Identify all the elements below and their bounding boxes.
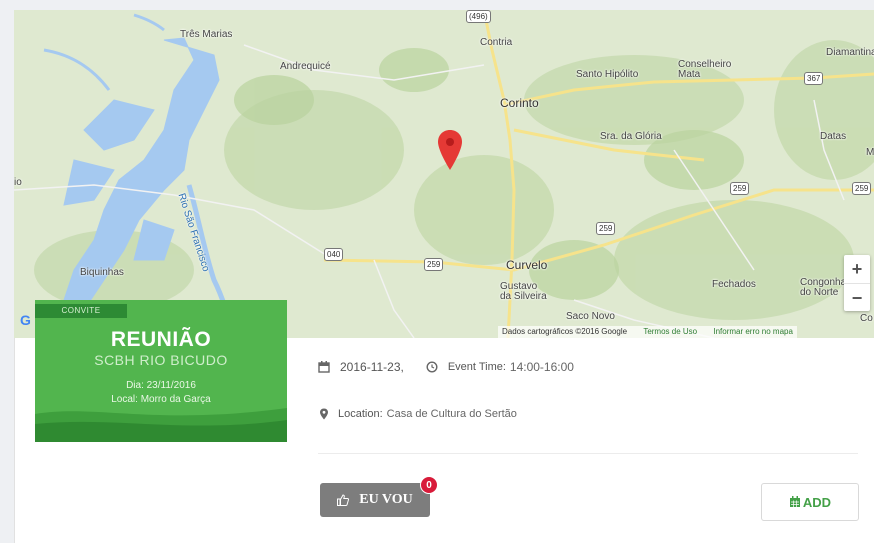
calendar-icon <box>789 496 800 507</box>
event-date: 2016-11-23, <box>340 360 404 374</box>
invite-title: REUNIÃO <box>110 328 212 351</box>
event-location-label: Location: <box>338 408 383 420</box>
invitation-banner: CONVITE REUNIÃO SCBH RIO BICUDO Dia: 23/… <box>35 300 287 442</box>
attendee-count-badge: 0 <box>420 476 438 494</box>
attribution-text: Dados cartográficos ©2016 Google <box>502 327 628 336</box>
road-shield: 259 <box>596 222 616 235</box>
map[interactable]: Três Marias Andrequicé Contria Santo Hipóli… <box>14 10 874 338</box>
invite-subtitle: SCBH RIO BICUDO <box>94 352 228 368</box>
map-attribution: Dados cartográficos ©2016 Google Termos … <box>498 326 797 338</box>
map-place-label: Milh <box>866 147 874 158</box>
road-shield: 259 <box>424 258 444 271</box>
map-place-label: Diamantina <box>826 47 874 58</box>
map-place-label: Três Marias <box>180 29 233 40</box>
map-place-label: Corinto <box>500 96 539 110</box>
road-shield: 367 <box>804 72 824 85</box>
banner-waves <box>35 408 287 442</box>
map-place-label: Gustavo da Silveira <box>500 281 547 302</box>
map-place-label: Datas <box>820 131 847 142</box>
thumbs-up-icon <box>337 494 350 506</box>
road-shield: 040 <box>324 248 344 261</box>
invite-tag: CONVITE <box>35 304 127 318</box>
event-location-row: Location: Casa de Cultura do Sertão <box>318 408 517 420</box>
map-place-label: Contria <box>480 37 513 48</box>
add-calendar-button[interactable]: ADD <box>761 483 859 521</box>
google-logo[interactable]: G <box>20 312 31 328</box>
zoom-out-button[interactable]: − <box>844 283 870 311</box>
map-place-label: Curvelo <box>506 258 548 272</box>
terms-link[interactable]: Termos de Uso <box>643 327 697 336</box>
road-shield: (496) <box>466 10 491 23</box>
map-place-label: Co <box>860 313 873 324</box>
map-place-label: Biquinhas <box>80 267 124 278</box>
event-location-value: Casa de Cultura do Sertão <box>386 408 517 420</box>
add-label: ADD <box>802 494 832 510</box>
event-date-row: 2016-11-23, Event Time: 14:00-16:00 <box>318 360 574 374</box>
calendar-icon <box>318 361 330 373</box>
zoom-control: + − <box>844 255 870 311</box>
map-place-label: Andrequicé <box>280 61 331 72</box>
event-time-value: 14:00-16:00 <box>509 360 574 374</box>
map-place-label: Santo Hipólito <box>576 69 639 80</box>
map-place-label: Saco Novo <box>566 311 615 322</box>
eu-vou-label: EU VOU <box>359 492 413 507</box>
clock-icon <box>426 361 438 373</box>
event-time-label: Event Time: <box>447 361 506 373</box>
zoom-in-button[interactable]: + <box>844 255 870 283</box>
map-place-label: Sra. da Glória <box>600 131 662 142</box>
report-error-link[interactable]: Informar erro no mapa <box>713 327 793 336</box>
map-place-label: Conselheiro Mata <box>678 59 732 80</box>
map-place-label: io <box>14 177 22 188</box>
road-shield: 259 <box>852 182 872 195</box>
map-pin-icon[interactable] <box>438 130 462 170</box>
road-shield: 259 <box>730 182 750 195</box>
eu-vou-button[interactable]: EU VOU <box>320 483 430 517</box>
map-place-label: Fechados <box>712 279 756 290</box>
map-marker-icon <box>320 408 328 420</box>
divider <box>318 453 858 454</box>
event-page: Três Marias Andrequicé Contria Santo Hipóli… <box>0 0 874 543</box>
invite-date: Dia: 23/11/2016 <box>126 380 196 391</box>
